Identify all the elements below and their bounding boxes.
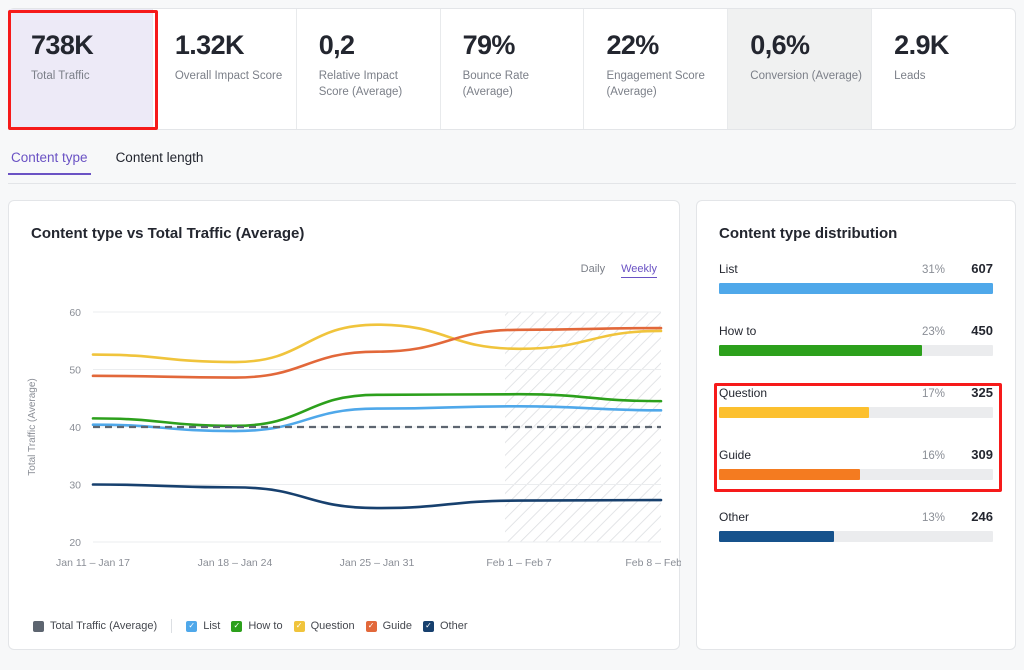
distribution-bar-fill bbox=[719, 283, 993, 294]
legend-item-guide[interactable]: ✓ Guide bbox=[366, 620, 412, 632]
svg-text:Feb 1 – Feb 7: Feb 1 – Feb 7 bbox=[486, 557, 552, 569]
distribution-value: 325 bbox=[961, 385, 993, 400]
chart-title: Content type vs Total Traffic (Average) bbox=[31, 225, 304, 242]
tab-content-type[interactable]: Content type bbox=[8, 150, 91, 174]
svg-text:Jan 25 – Jan 31: Jan 25 – Jan 31 bbox=[340, 557, 415, 569]
kpi-card[interactable]: 2.9K Leads bbox=[872, 9, 1015, 129]
distribution-row[interactable]: Question17% 325 bbox=[719, 385, 993, 447]
distribution-list: List31% 607 How to23% 450 Question17% 325 Guid… bbox=[719, 261, 993, 571]
chart-panel: Content type vs Total Traffic (Average) … bbox=[8, 200, 680, 650]
kpi-value: 22% bbox=[606, 31, 727, 59]
legend-item-baseline: Total Traffic (Average) bbox=[33, 620, 157, 632]
kpi-card[interactable]: 738K Total Traffic bbox=[9, 9, 153, 129]
kpi-value: 1.32K bbox=[175, 31, 296, 59]
legend-label: Question bbox=[311, 620, 355, 632]
svg-text:50: 50 bbox=[69, 365, 81, 377]
distribution-percent: 16% bbox=[922, 450, 945, 462]
legend-item-question[interactable]: ✓ Question bbox=[294, 620, 355, 632]
kpi-card[interactable]: 0,2 Relative Impact Score (Average) bbox=[297, 9, 441, 129]
kpi-label: Engagement Score (Average) bbox=[606, 69, 718, 100]
kpi-label: Relative Impact Score (Average) bbox=[319, 69, 431, 100]
checkbox-icon[interactable]: ✓ bbox=[366, 621, 377, 632]
svg-text:60: 60 bbox=[69, 307, 81, 319]
distribution-name: List bbox=[719, 262, 922, 276]
distribution-bar-track bbox=[719, 407, 993, 418]
distribution-panel: Content type distribution List31% 607 How … bbox=[696, 200, 1016, 650]
distribution-percent: 13% bbox=[922, 512, 945, 524]
distribution-row[interactable]: Other13% 246 bbox=[719, 509, 993, 571]
granularity-toggle: Daily Weekly bbox=[581, 263, 657, 278]
distribution-row[interactable]: Guide16% 309 bbox=[719, 447, 993, 509]
svg-text:30: 30 bbox=[69, 480, 81, 492]
legend-item-other[interactable]: ✓ Other bbox=[423, 620, 468, 632]
distribution-title: Content type distribution bbox=[719, 225, 897, 242]
checkbox-icon[interactable]: ✓ bbox=[423, 621, 434, 632]
distribution-bar-track bbox=[719, 283, 993, 294]
legend-label: Other bbox=[440, 620, 468, 632]
kpi-card[interactable]: 1.32K Overall Impact Score bbox=[153, 9, 297, 129]
kpi-value: 738K bbox=[31, 31, 152, 59]
distribution-bar-fill bbox=[719, 531, 834, 542]
distribution-bar-track bbox=[719, 345, 993, 356]
kpi-card[interactable]: 79% Bounce Rate (Average) bbox=[441, 9, 585, 129]
svg-text:Feb 8 – Feb 14: Feb 8 – Feb 14 bbox=[625, 557, 681, 569]
distribution-bar-fill bbox=[719, 345, 922, 356]
distribution-value: 450 bbox=[961, 323, 993, 338]
legend-label: How to bbox=[248, 620, 282, 632]
kpi-label: Overall Impact Score bbox=[175, 69, 287, 85]
legend-label: List bbox=[203, 620, 220, 632]
distribution-row[interactable]: How to23% 450 bbox=[719, 323, 993, 385]
distribution-value: 607 bbox=[961, 261, 993, 276]
svg-text:40: 40 bbox=[69, 422, 81, 434]
kpi-value: 2.9K bbox=[894, 31, 1015, 59]
kpi-value: 79% bbox=[463, 31, 584, 59]
distribution-bar-fill bbox=[719, 407, 869, 418]
legend-item-how-to[interactable]: ✓ How to bbox=[231, 620, 282, 632]
chart-legend: Total Traffic (Average) ✓ List ✓ How to ✓ Ques… bbox=[33, 619, 467, 633]
svg-text:20: 20 bbox=[69, 537, 81, 549]
kpi-label: Total Traffic bbox=[31, 69, 143, 85]
distribution-bar-track bbox=[719, 469, 993, 480]
kpi-label: Conversion (Average) bbox=[750, 69, 862, 85]
distribution-name: Question bbox=[719, 386, 922, 400]
distribution-percent: 23% bbox=[922, 326, 945, 338]
svg-text:Jan 11 – Jan 17: Jan 11 – Jan 17 bbox=[56, 557, 130, 569]
kpi-value: 0,2 bbox=[319, 31, 440, 59]
legend-label: Guide bbox=[383, 620, 412, 632]
baseline-swatch-icon bbox=[33, 621, 44, 632]
distribution-value: 246 bbox=[961, 509, 993, 524]
kpi-strip: 738K Total Traffic 1.32K Overall Impact Sco… bbox=[8, 8, 1016, 130]
svg-text:Total Traffic (Average): Total Traffic (Average) bbox=[27, 378, 38, 475]
distribution-row[interactable]: List31% 607 bbox=[719, 261, 993, 323]
checkbox-icon[interactable]: ✓ bbox=[294, 621, 305, 632]
legend-divider bbox=[171, 619, 172, 633]
tab-bar: Content type Content length bbox=[8, 150, 1016, 184]
line-chart-plot: 20 30 40 50 60 Total Traffic (Average) Jan 11 … bbox=[9, 289, 681, 589]
legend-item-list[interactable]: ✓ List bbox=[186, 620, 220, 632]
kpi-value: 0,6% bbox=[750, 31, 871, 59]
kpi-card[interactable]: 22% Engagement Score (Average) bbox=[584, 9, 728, 129]
kpi-card[interactable]: 0,6% Conversion (Average) bbox=[728, 9, 872, 129]
distribution-name: Other bbox=[719, 510, 922, 524]
kpi-label: Leads bbox=[894, 69, 1006, 85]
distribution-bar-track bbox=[719, 531, 993, 542]
distribution-percent: 17% bbox=[922, 388, 945, 400]
distribution-value: 309 bbox=[961, 447, 993, 462]
distribution-bar-fill bbox=[719, 469, 860, 480]
granularity-weekly[interactable]: Weekly bbox=[621, 263, 657, 278]
tab-content-length[interactable]: Content length bbox=[113, 150, 207, 174]
distribution-percent: 31% bbox=[922, 264, 945, 276]
checkbox-icon[interactable]: ✓ bbox=[186, 621, 197, 632]
checkbox-icon[interactable]: ✓ bbox=[231, 621, 242, 632]
granularity-daily[interactable]: Daily bbox=[581, 263, 605, 278]
distribution-name: How to bbox=[719, 324, 922, 338]
svg-text:Jan 18 – Jan 24: Jan 18 – Jan 24 bbox=[198, 557, 273, 569]
distribution-name: Guide bbox=[719, 448, 922, 462]
kpi-label: Bounce Rate (Average) bbox=[463, 69, 575, 100]
legend-label: Total Traffic (Average) bbox=[50, 620, 157, 632]
